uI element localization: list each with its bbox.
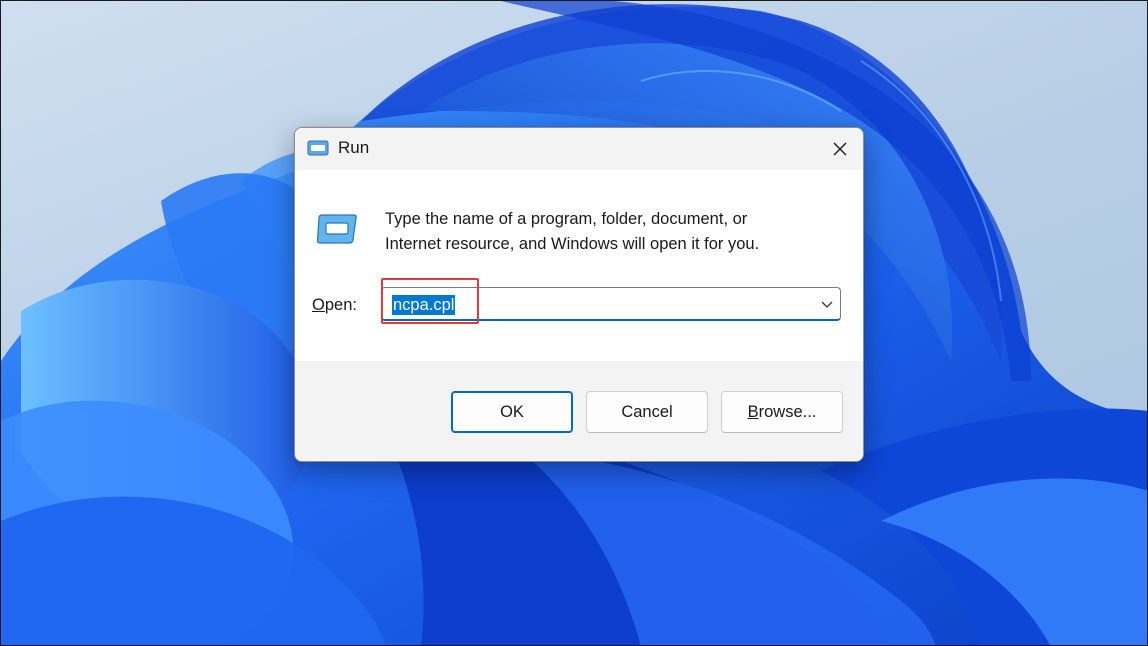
ok-button-label: OK <box>500 402 524 421</box>
run-description: Type the name of a program, folder, docu… <box>385 207 835 257</box>
run-app-icon <box>307 140 329 156</box>
browse-button-label: rowse... <box>758 402 817 421</box>
description-line-1: Type the name of a program, folder, docu… <box>385 210 748 228</box>
open-label-text: pen: <box>324 296 357 314</box>
run-icon <box>316 214 357 244</box>
dialog-content: Type the name of a program, folder, docu… <box>295 170 863 361</box>
run-dialog: Run Type the name of a program, folder, … <box>294 127 864 462</box>
titlebar[interactable]: Run <box>295 128 863 170</box>
cancel-button-label: Cancel <box>621 402 673 421</box>
ok-button[interactable]: OK <box>451 391 573 433</box>
open-input-value[interactable]: ncpa.cpl <box>392 295 456 315</box>
open-label: Open: <box>312 296 357 315</box>
close-button[interactable] <box>817 128 863 170</box>
browse-button[interactable]: Browse... <box>721 391 843 433</box>
open-label-mnemonic: O <box>312 296 325 314</box>
chevron-down-icon[interactable] <box>820 297 834 311</box>
button-bar: OK Cancel Browse... <box>295 361 863 461</box>
open-combobox[interactable]: ncpa.cpl <box>381 287 841 321</box>
description-line-2: Internet resource, and Windows will open… <box>385 235 760 253</box>
cancel-button[interactable]: Cancel <box>586 391 708 433</box>
browse-button-mnemonic: B <box>747 402 759 421</box>
close-icon <box>833 142 847 156</box>
window-title: Run <box>338 138 370 157</box>
